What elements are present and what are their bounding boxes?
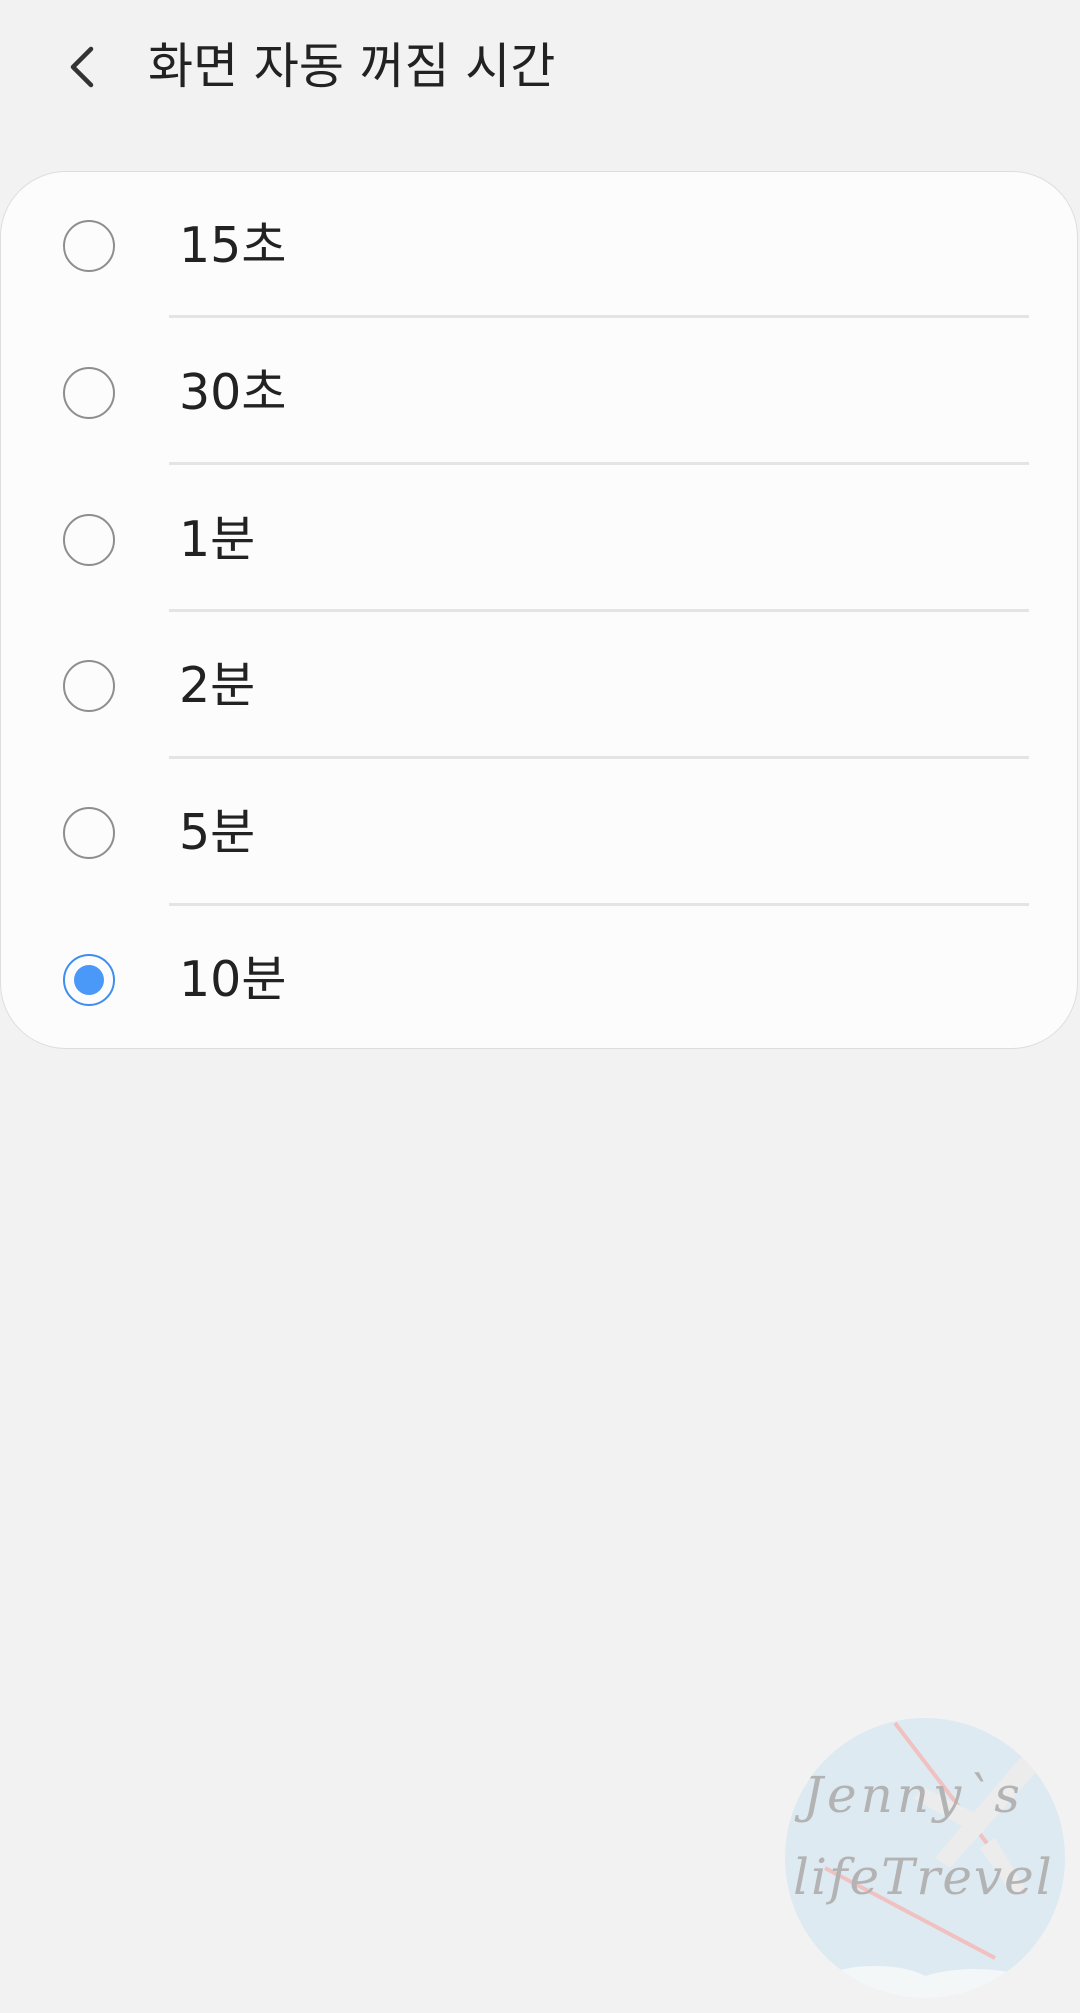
watermark-logo: Jenny`s lifeTrevel [785, 1718, 1065, 1998]
option-label: 5분 [179, 804, 256, 861]
radio-button[interactable] [63, 514, 115, 566]
option-2-minutes[interactable]: 2분 [1, 612, 1077, 759]
chevron-left-icon [70, 46, 94, 88]
option-5-minutes[interactable]: 5분 [1, 759, 1077, 906]
option-label: 30초 [179, 364, 287, 421]
radio-button[interactable] [63, 220, 115, 272]
timeout-options-card: 15초 30초 1분 2분 5분 10분 [0, 171, 1078, 1049]
radio-button[interactable] [63, 807, 115, 859]
radio-button[interactable] [63, 660, 115, 712]
top-app-bar: 화면 자동 꺼짐 시간 [0, 0, 1080, 140]
back-button[interactable] [50, 30, 116, 104]
page-title: 화면 자동 꺼짐 시간 [148, 38, 556, 95]
option-15-seconds[interactable]: 15초 [1, 172, 1077, 319]
option-label: 1분 [179, 511, 256, 568]
option-label: 10분 [179, 951, 287, 1008]
option-label: 2분 [179, 657, 256, 714]
option-1-minute[interactable]: 1분 [1, 466, 1077, 613]
divider [169, 462, 1029, 465]
watermark-text: Jenny`s [803, 1766, 1024, 1824]
radio-button[interactable] [63, 367, 115, 419]
option-30-seconds[interactable]: 30초 [1, 319, 1077, 466]
option-10-minutes[interactable]: 10분 [1, 906, 1077, 1048]
divider [169, 315, 1029, 318]
watermark-text: lifeTrevel [793, 1848, 1054, 1906]
radio-button-selected[interactable] [63, 954, 115, 1006]
option-label: 15초 [179, 217, 287, 274]
